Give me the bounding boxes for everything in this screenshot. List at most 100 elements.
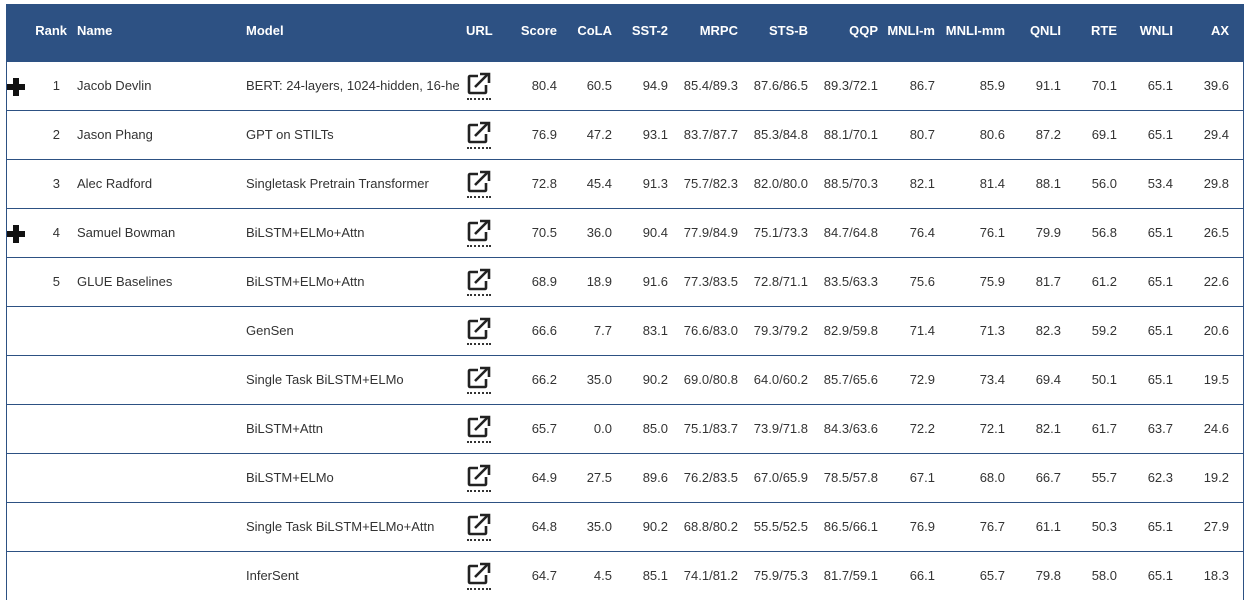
score-cell: 70.5 (531, 225, 557, 240)
sst2-cell: 85.0 (642, 421, 668, 436)
header-sst2[interactable]: SST-2 (612, 23, 668, 39)
header-score[interactable]: Score (497, 23, 557, 39)
table-row: 1 Jacob Devlin BERT: 24-layers, 1024-hid… (7, 61, 1243, 110)
ax-cell: 26.5 (1203, 225, 1229, 240)
mnli-m-cell: 72.9 (909, 372, 935, 387)
header-qqp[interactable]: QQP (808, 23, 878, 39)
mnli-m-cell: 66.1 (909, 568, 935, 583)
header-ax[interactable]: AX (1173, 23, 1229, 39)
score-cell: 64.7 (531, 568, 557, 583)
header-rte[interactable]: RTE (1061, 23, 1117, 39)
mnli-mm-cell: 71.3 (979, 323, 1005, 338)
qnli-cell: 79.8 (1035, 568, 1061, 583)
score-cell: 72.8 (531, 176, 557, 191)
qqp-cell: 85.7/65.6 (823, 372, 878, 387)
stsb-cell: 72.8/71.1 (753, 274, 808, 289)
sst2-cell: 91.3 (642, 176, 668, 191)
wnli-cell: 62.3 (1147, 470, 1173, 485)
ax-cell: 22.6 (1203, 274, 1229, 289)
qnli-cell: 81.7 (1035, 274, 1061, 289)
table-row: InferSent 64.7 4.5 85.1 74.1/81.2 75.9/7… (7, 551, 1243, 600)
mrpc-cell: 85.4/89.3 (683, 78, 738, 93)
model-cell: GPT on STILTs (246, 127, 334, 142)
qnli-cell: 69.4 (1035, 372, 1061, 387)
qqp-cell: 78.5/57.8 (823, 470, 878, 485)
mnli-mm-cell: 68.0 (979, 470, 1005, 485)
header-name[interactable]: Name (77, 23, 157, 39)
stsb-cell: 87.6/86.5 (753, 78, 808, 93)
header-model[interactable]: Model (246, 23, 326, 39)
external-link-icon[interactable] (466, 121, 492, 149)
qnli-cell: 87.2 (1035, 127, 1061, 142)
mrpc-cell: 77.3/83.5 (683, 274, 738, 289)
sst2-cell: 90.2 (642, 519, 668, 534)
mnli-m-cell: 75.6 (909, 274, 935, 289)
header-rank[interactable]: Rank (27, 23, 67, 39)
external-link-icon[interactable] (466, 170, 492, 198)
wnli-cell: 63.7 (1147, 421, 1173, 436)
qnli-cell: 79.9 (1035, 225, 1061, 240)
rte-cell: 58.0 (1091, 568, 1117, 583)
mnli-m-cell: 67.1 (909, 470, 935, 485)
model-cell: BiLSTM+Attn (246, 421, 323, 436)
stsb-cell: 75.9/75.3 (753, 568, 808, 583)
cola-cell: 45.4 (586, 176, 612, 191)
external-link-icon[interactable] (466, 513, 492, 541)
ax-cell: 18.3 (1203, 568, 1229, 583)
wnli-cell: 65.1 (1147, 78, 1173, 93)
table-row: Single Task BiLSTM+ELMo 66.2 35.0 90.2 6… (7, 355, 1243, 404)
sst2-cell: 91.6 (642, 274, 668, 289)
header-mnli-m[interactable]: MNLI-m (878, 23, 935, 39)
header-qnli[interactable]: QNLI (1005, 23, 1061, 39)
rte-cell: 50.1 (1091, 372, 1117, 387)
rank-cell: 4 (52, 225, 60, 240)
score-cell: 80.4 (531, 78, 557, 93)
header-wnli[interactable]: WNLI (1117, 23, 1173, 39)
qqp-cell: 81.7/59.1 (823, 568, 878, 583)
external-link-icon[interactable] (466, 219, 492, 247)
table-row: 2 Jason Phang GPT on STILTs 76.9 47.2 93… (7, 110, 1243, 159)
name-cell: Samuel Bowman (77, 225, 176, 240)
external-link-icon[interactable] (466, 562, 492, 590)
wnli-cell: 65.1 (1147, 519, 1173, 534)
table-row: GenSen 66.6 7.7 83.1 76.6/83.0 79.3/79.2… (7, 306, 1243, 355)
rte-cell: 61.7 (1091, 421, 1117, 436)
mnli-mm-cell: 76.7 (979, 519, 1005, 534)
plus-icon[interactable] (7, 78, 25, 96)
name-cell: Jacob Devlin (77, 78, 152, 93)
external-link-icon[interactable] (466, 317, 492, 345)
mnli-mm-cell: 75.9 (979, 274, 1005, 289)
header-mnli-mm[interactable]: MNLI-mm (935, 23, 1005, 39)
qnli-cell: 61.1 (1035, 519, 1061, 534)
mrpc-cell: 68.8/80.2 (683, 519, 738, 534)
stsb-cell: 85.3/84.8 (753, 127, 808, 142)
external-link-icon[interactable] (466, 366, 492, 394)
cola-cell: 60.5 (586, 78, 612, 93)
stsb-cell: 55.5/52.5 (753, 519, 808, 534)
wnli-cell: 65.1 (1147, 568, 1173, 583)
header-mrpc[interactable]: MRPC (668, 23, 738, 39)
mnli-m-cell: 86.7 (909, 78, 935, 93)
mrpc-cell: 77.9/84.9 (683, 225, 738, 240)
plus-icon[interactable] (7, 225, 25, 243)
stsb-cell: 79.3/79.2 (753, 323, 808, 338)
qnli-cell: 91.1 (1035, 78, 1061, 93)
header-stsb[interactable]: STS-B (738, 23, 808, 39)
cola-cell: 4.5 (593, 568, 612, 583)
stsb-cell: 82.0/80.0 (753, 176, 808, 191)
rte-cell: 55.7 (1091, 470, 1117, 485)
mrpc-cell: 69.0/80.8 (683, 372, 738, 387)
external-link-icon[interactable] (466, 72, 492, 100)
header-cola[interactable]: CoLA (557, 23, 612, 39)
qqp-cell: 89.3/72.1 (823, 78, 878, 93)
qnli-cell: 82.1 (1035, 421, 1061, 436)
external-link-icon[interactable] (466, 415, 492, 443)
external-link-icon[interactable] (466, 464, 492, 492)
mrpc-cell: 83.7/87.7 (683, 127, 738, 142)
mnli-mm-cell: 85.9 (979, 78, 1005, 93)
ax-cell: 29.8 (1203, 176, 1229, 191)
external-link-icon[interactable] (466, 268, 492, 296)
rte-cell: 50.3 (1091, 519, 1117, 534)
cola-cell: 7.7 (593, 323, 612, 338)
sst2-cell: 89.6 (642, 470, 668, 485)
